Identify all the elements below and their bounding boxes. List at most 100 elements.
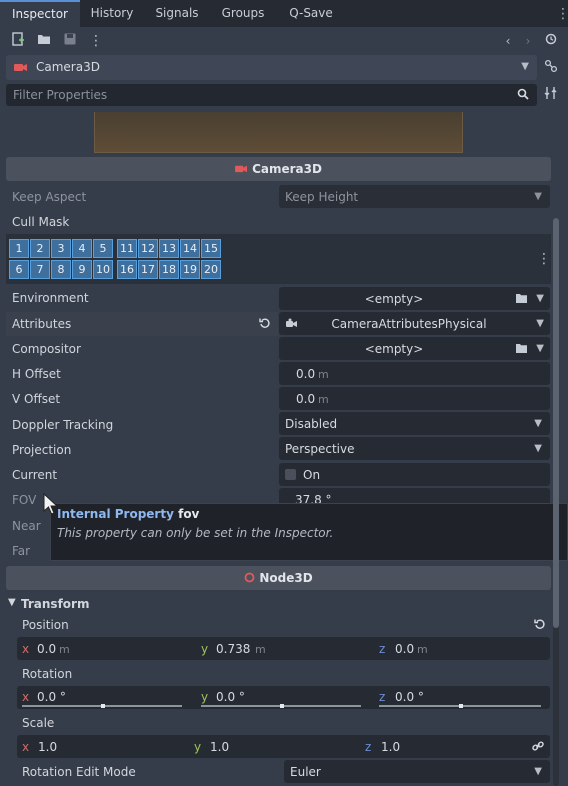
cull-mask-bit[interactable]: 11 xyxy=(117,239,137,258)
chevron-down-icon[interactable]: ▼ xyxy=(536,293,544,304)
cull-mask-menu-icon[interactable]: ⋮ xyxy=(537,250,551,268)
object-selector[interactable]: Camera3D ▼ xyxy=(6,55,537,80)
cull-mask-bit[interactable]: 7 xyxy=(30,260,50,279)
cull-mask-bit[interactable]: 5 xyxy=(93,239,113,258)
compositor-resource[interactable]: <empty> ▼ xyxy=(279,337,550,360)
slider-handle[interactable] xyxy=(101,704,105,708)
scale-y-value[interactable]: 1.0 xyxy=(210,740,229,754)
environment-resource[interactable]: <empty> ▼ xyxy=(279,287,550,310)
cull-mask-bit[interactable]: 16 xyxy=(117,260,137,279)
tooltip-title: Internal Property fov xyxy=(57,507,199,521)
tab-inspector[interactable]: Inspector xyxy=(0,0,80,27)
attributes-value: CameraAttributesPhysical xyxy=(331,317,487,331)
scale-x-value[interactable]: 1.0 xyxy=(38,740,57,754)
tab-groups[interactable]: Groups xyxy=(210,0,276,27)
position-field: x 0.0 m y 0.738 m z 0.0 m xyxy=(17,637,550,660)
cull-mask-bit[interactable]: 17 xyxy=(138,260,158,279)
position-unit: m xyxy=(417,643,428,656)
position-z-value[interactable]: 0.0 xyxy=(395,642,414,656)
cull-mask-bit[interactable]: 19 xyxy=(180,260,200,279)
open-icon[interactable] xyxy=(36,32,52,50)
cull-mask-bit[interactable]: 10 xyxy=(93,260,113,279)
filter-properties-input[interactable]: Filter Properties xyxy=(6,84,537,106)
current-label: Current xyxy=(12,468,58,482)
camera-icon xyxy=(14,61,28,76)
link-icon[interactable] xyxy=(532,740,544,755)
filter-settings-icon[interactable] xyxy=(542,86,560,104)
rotation-edit-mode-select[interactable]: Euler ▼ xyxy=(284,760,550,783)
tab-signals[interactable]: Signals xyxy=(144,0,210,27)
transform-group-label[interactable]: Transform xyxy=(21,597,89,611)
inspector-scrollbar-thumb[interactable] xyxy=(553,218,559,628)
cull-mask-bit[interactable]: 4 xyxy=(72,239,92,258)
axis-x-label: x xyxy=(22,642,30,656)
compositor-value: <empty> xyxy=(364,342,424,356)
chevron-down-icon: ▼ xyxy=(534,443,542,454)
node-tools-icon[interactable] xyxy=(542,59,560,77)
position-unit: m xyxy=(255,643,266,656)
cull-mask-bit[interactable]: 3 xyxy=(51,239,71,258)
position-x-value[interactable]: 0.0 xyxy=(37,642,56,656)
rotation-edit-mode-value: Euler xyxy=(290,765,321,779)
cull-mask-bit[interactable]: 2 xyxy=(30,239,50,258)
chevron-down-icon: ▼ xyxy=(534,418,542,429)
cull-mask-bit[interactable]: 15 xyxy=(201,239,221,258)
cull-mask-bit[interactable]: 8 xyxy=(51,260,71,279)
v-offset-label: V Offset xyxy=(12,392,61,406)
forward-icon[interactable]: › xyxy=(520,32,536,50)
property-tooltip: Internal Property fov This property can … xyxy=(50,503,568,561)
cull-mask-bit[interactable]: 9 xyxy=(72,260,92,279)
keep-aspect-select[interactable]: Keep Height ▼ xyxy=(279,185,550,208)
cull-mask-bit[interactable]: 20 xyxy=(201,260,221,279)
scale-field: x 1.0 y 1.0 z 1.0 xyxy=(17,735,550,758)
keep-aspect-value: Keep Height xyxy=(285,190,359,204)
back-icon[interactable]: ‹ xyxy=(500,32,516,50)
checkbox-box[interactable] xyxy=(285,469,296,480)
projection-select[interactable]: Perspective ▼ xyxy=(279,437,550,460)
cull-mask-bit[interactable]: 14 xyxy=(180,239,200,258)
rotation-label: Rotation xyxy=(22,667,73,681)
cull-mask-bit[interactable]: 1 xyxy=(9,239,29,258)
tab-history[interactable]: History xyxy=(80,0,144,27)
revert-icon[interactable] xyxy=(533,617,547,635)
v-offset-field[interactable]: 0.0 m xyxy=(279,387,550,410)
chevron-down-icon[interactable]: ▼ xyxy=(8,597,16,608)
tab-menu-icon[interactable]: ⋮ xyxy=(556,6,568,22)
slider-handle[interactable] xyxy=(459,704,463,708)
tab-q-save[interactable]: Q-Save xyxy=(276,0,346,27)
load-icon[interactable] xyxy=(516,342,528,357)
projection-value: Perspective xyxy=(285,442,355,456)
load-icon[interactable] xyxy=(516,292,528,307)
slider-handle[interactable] xyxy=(280,704,284,708)
cull-mask-bit[interactable]: 12 xyxy=(138,239,158,258)
scale-label: Scale xyxy=(22,716,55,730)
doppler-tracking-select[interactable]: Disabled ▼ xyxy=(279,412,550,435)
revert-icon[interactable] xyxy=(257,316,273,334)
more-icon[interactable]: ⋮ xyxy=(88,32,104,50)
node3d-section-header[interactable]: Node3D xyxy=(6,566,551,590)
history-icon[interactable] xyxy=(542,32,560,50)
compositor-label: Compositor xyxy=(12,342,81,356)
chevron-down-icon[interactable]: ▼ xyxy=(536,343,544,354)
camera3d-section-header[interactable]: Camera3D xyxy=(6,157,551,181)
current-checkbox[interactable]: On xyxy=(279,463,550,486)
keep-aspect-label: Keep Aspect xyxy=(12,190,87,204)
rotation-z-value[interactable]: 0.0 ° xyxy=(395,690,424,704)
tooltip-title-link: Internal Property xyxy=(57,507,174,521)
cull-mask-bit[interactable]: 18 xyxy=(159,260,179,279)
h-offset-field[interactable]: 0.0 m xyxy=(279,362,550,385)
tooltip-body: This property can only be set in the Ins… xyxy=(57,526,334,540)
rotation-y-value[interactable]: 0.0 ° xyxy=(216,690,245,704)
scale-z-value[interactable]: 1.0 xyxy=(381,740,400,754)
chevron-down-icon[interactable]: ▼ xyxy=(536,318,544,329)
position-y-value[interactable]: 0.738 xyxy=(216,642,250,656)
attributes-resource[interactable]: CameraAttributesPhysical ▼ xyxy=(279,312,550,335)
far-label: Far xyxy=(12,544,31,558)
axis-y-label: y xyxy=(194,740,202,754)
cull-mask-bit[interactable]: 6 xyxy=(9,260,29,279)
rotation-x-value[interactable]: 0.0 ° xyxy=(37,690,66,704)
cull-mask-bit[interactable]: 13 xyxy=(159,239,179,258)
camera3d-section-title: Camera3D xyxy=(252,162,322,176)
save-icon[interactable] xyxy=(62,32,78,50)
new-resource-icon[interactable] xyxy=(10,32,26,50)
